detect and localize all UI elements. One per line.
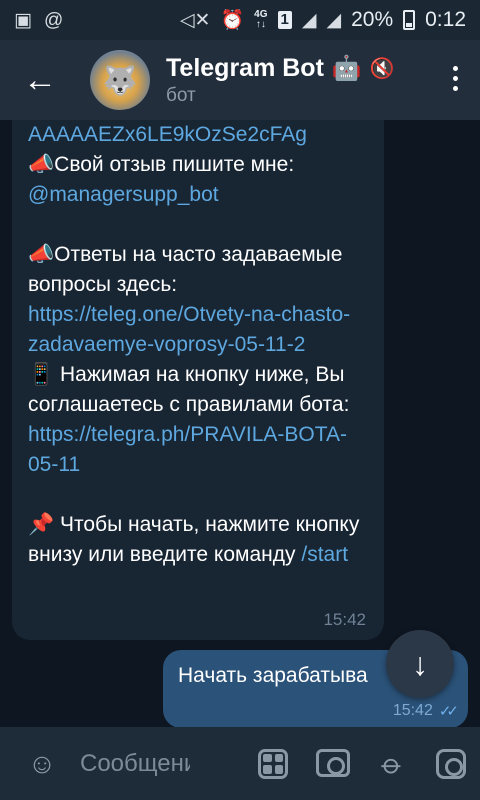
feedback-link[interactable]: @managersupp_bot — [28, 183, 219, 206]
outgoing-time: 15:42 — [392, 702, 433, 719]
message-input[interactable] — [80, 741, 190, 786]
emoji-icon[interactable]: ☺ — [20, 742, 64, 786]
battery-icon — [403, 10, 416, 30]
clock: 0:12 — [425, 8, 466, 31]
incoming-message: AAAAAEZx6LE9kOzSe2cFAg 📣Свой отзыв пишит… — [12, 120, 384, 640]
arrow-left-icon: ← — [23, 60, 57, 99]
robot-emoji: 🤖 — [331, 54, 362, 82]
message-link-token[interactable]: AAAAAEZx6LE9kOzSe2cFAg — [28, 123, 307, 146]
faq-text: 📣Ответы на часто задаваемые вопросы здес… — [28, 243, 343, 296]
message-composer: ☺ ⌀ — [0, 727, 480, 800]
chat-title: Telegram Bot — [166, 53, 324, 82]
bot-commands-icon[interactable] — [258, 748, 288, 779]
muted-icon: 🔇 — [369, 57, 395, 80]
instagram-icon[interactable] — [436, 748, 466, 779]
status-bar: ▣ @ ◁✕ ⏰ 4G ↑↓ 1 ◢ ◢ 20% 0:12 — [0, 0, 480, 40]
start-command-link[interactable]: /start — [301, 543, 348, 566]
back-button[interactable]: ← — [0, 40, 80, 120]
avatar[interactable]: 🐺 — [90, 50, 150, 110]
image-icon: ▣ — [14, 9, 32, 31]
feedback-text: 📣Свой отзыв пишите мне: — [28, 153, 295, 176]
sim-badge: 1 — [277, 11, 292, 29]
rules-link[interactable]: https://telegra.ph/PRAVILA-BOTA-05-11 — [28, 423, 347, 476]
more-vert-icon[interactable] — [453, 66, 458, 91]
signal-icon: ◢ — [301, 9, 317, 31]
scroll-down-button[interactable]: ↓ — [386, 630, 454, 698]
alarm-icon: ⏰ — [220, 9, 245, 31]
chat-subtitle: бот — [166, 84, 196, 106]
chat-title-block[interactable]: Telegram Bot 🤖 🔇 бот — [166, 54, 395, 107]
mute-vibrate-icon: ◁✕ — [179, 9, 211, 31]
attach-icon[interactable]: ⌀ — [372, 742, 414, 784]
message-text: AAAAAEZx6LE9kOzSe2cFAg 📣Свой отзыв пишит… — [28, 120, 368, 570]
network-type: 4G ↑↓ — [254, 9, 268, 30]
faq-link[interactable]: https://teleg.one/Otvety-na-chasto-zadav… — [28, 303, 350, 356]
double-check-icon: ✓✓ — [438, 703, 459, 720]
chat-header: ← 🐺 Telegram Bot 🤖 🔇 бот — [0, 40, 480, 120]
signal-icon-2: ◢ — [326, 9, 342, 31]
bot-avatar-icon: 🐺 — [102, 64, 138, 96]
arrow-down-icon: ↓ — [412, 645, 428, 682]
message-time: 15:42 — [323, 610, 366, 629]
camera-icon[interactable] — [316, 748, 350, 777]
rules-text: 📱 Нажимая на кнопку ниже, Вы соглашаетес… — [28, 363, 350, 416]
at-icon: @ — [43, 9, 64, 31]
battery-percent: 20% — [351, 8, 394, 31]
